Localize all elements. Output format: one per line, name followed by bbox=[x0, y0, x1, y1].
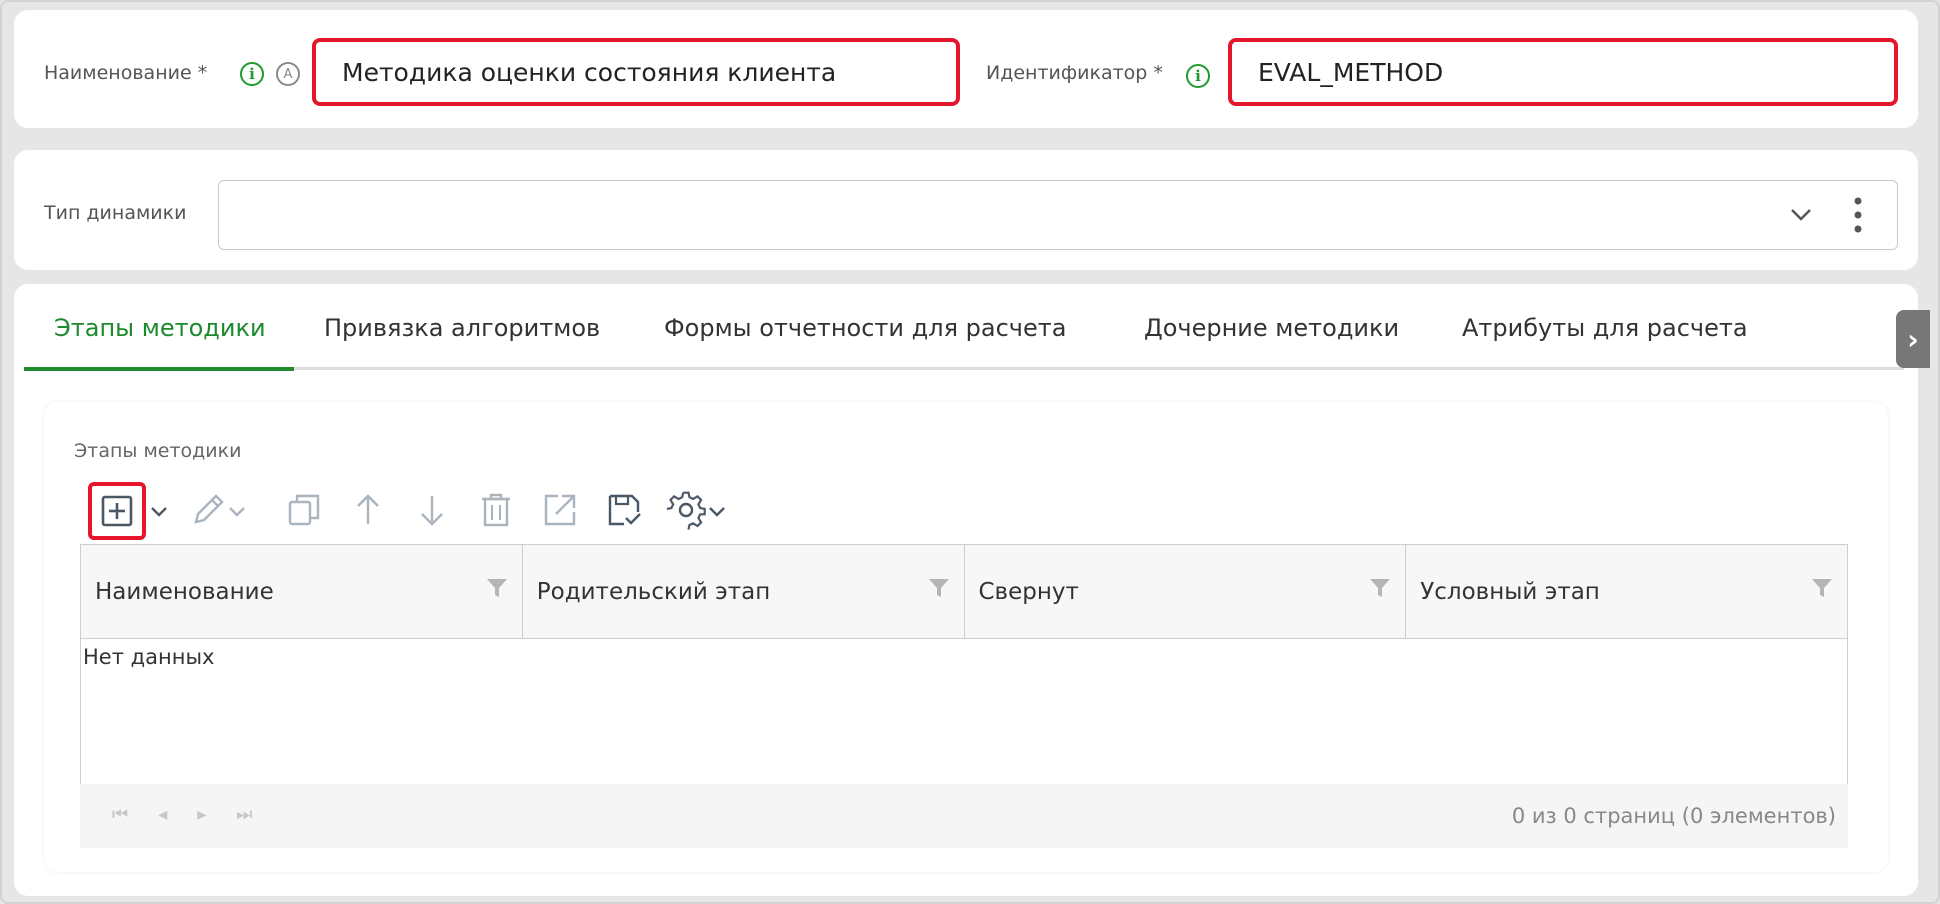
next-page-icon[interactable]: ▸ bbox=[197, 804, 206, 825]
dynamics-label: Тип динамики bbox=[44, 202, 187, 224]
tab-child-methods[interactable]: Дочерние методики bbox=[1144, 314, 1399, 342]
more-vertical-icon[interactable] bbox=[1853, 195, 1863, 235]
tab-report-forms[interactable]: Формы отчетности для расчета bbox=[664, 314, 1066, 342]
autofill-icon[interactable]: A bbox=[276, 62, 300, 86]
column-header[interactable]: Условный этап bbox=[1405, 544, 1848, 639]
gear-icon[interactable] bbox=[666, 490, 710, 534]
name-input[interactable]: Методика оценки состояния клиента bbox=[312, 38, 960, 106]
info-icon[interactable]: i bbox=[1186, 64, 1210, 88]
first-page-icon[interactable]: ⏮ bbox=[112, 804, 128, 825]
stages-table: Наименование Родительский этап Свернут У… bbox=[80, 544, 1848, 785]
column-header-label: Свернут bbox=[978, 578, 1079, 605]
export-icon[interactable] bbox=[540, 490, 580, 530]
tab-attributes[interactable]: Атрибуты для расчета bbox=[1462, 314, 1748, 342]
save-icon[interactable] bbox=[604, 490, 644, 530]
add-icon bbox=[101, 495, 133, 527]
name-label: Наименование * bbox=[44, 62, 208, 84]
dynamics-card: Тип динамики bbox=[14, 150, 1918, 270]
tab-bar: Этапы методики Привязка алгоритмов Формы… bbox=[24, 314, 1904, 354]
identifier-label: Идентификатор * bbox=[986, 62, 1163, 84]
copy-icon[interactable] bbox=[284, 490, 324, 530]
stages-toolbar bbox=[88, 482, 788, 540]
edit-icon[interactable] bbox=[188, 490, 228, 530]
filter-icon[interactable] bbox=[1369, 577, 1391, 599]
column-header-label: Наименование bbox=[95, 578, 274, 605]
trash-icon[interactable] bbox=[476, 490, 516, 530]
empty-message: Нет данных bbox=[80, 638, 1848, 785]
prev-page-icon[interactable]: ◂ bbox=[158, 804, 167, 825]
chevron-down-icon[interactable] bbox=[708, 506, 726, 518]
chevron-right-icon[interactable]: › bbox=[1896, 310, 1930, 368]
column-header-label: Родительский этап bbox=[536, 578, 771, 605]
chevron-down-icon[interactable] bbox=[228, 506, 246, 518]
info-icon[interactable]: i bbox=[240, 62, 264, 86]
add-button[interactable] bbox=[88, 482, 146, 540]
tab-algorithms[interactable]: Привязка алгоритмов bbox=[324, 314, 600, 342]
column-header[interactable]: Наименование bbox=[80, 544, 523, 639]
app-frame: Наименование * i A Методика оценки состо… bbox=[0, 0, 1940, 904]
table-header-row: Наименование Родительский этап Свернут У… bbox=[80, 544, 1848, 639]
tab-active-indicator bbox=[24, 367, 294, 371]
identifier-input[interactable]: EVAL_METHOD bbox=[1228, 38, 1898, 106]
chevron-down-icon[interactable] bbox=[150, 506, 168, 518]
pager-info: 0 из 0 страниц (0 элементов) bbox=[1511, 804, 1836, 828]
last-page-icon[interactable]: ⏭ bbox=[236, 804, 252, 825]
filter-icon[interactable] bbox=[1811, 577, 1833, 599]
column-header-label: Условный этап bbox=[1420, 578, 1600, 605]
dynamics-select[interactable] bbox=[218, 180, 1898, 250]
tab-divider bbox=[24, 367, 1904, 370]
header-card: Наименование * i A Методика оценки состо… bbox=[14, 10, 1918, 128]
empty-row: Нет данных bbox=[80, 638, 1848, 785]
filter-icon[interactable] bbox=[928, 577, 950, 599]
column-header[interactable]: Родительский этап bbox=[521, 544, 965, 639]
stages-title: Этапы методики bbox=[74, 440, 242, 462]
filter-icon[interactable] bbox=[486, 577, 508, 599]
column-header[interactable]: Свернут bbox=[963, 544, 1407, 639]
tabs-card: Этапы методики Привязка алгоритмов Формы… bbox=[14, 284, 1930, 896]
tab-stages[interactable]: Этапы методики bbox=[54, 314, 266, 342]
arrow-up-icon[interactable] bbox=[348, 490, 388, 530]
chevron-down-icon[interactable] bbox=[1789, 205, 1813, 225]
pager: ⏮ ◂ ▸ ⏭ 0 из 0 страниц (0 элементов) bbox=[80, 784, 1848, 848]
pager-nav: ⏮ ◂ ▸ ⏭ bbox=[112, 804, 253, 825]
arrow-down-icon[interactable] bbox=[412, 490, 452, 530]
